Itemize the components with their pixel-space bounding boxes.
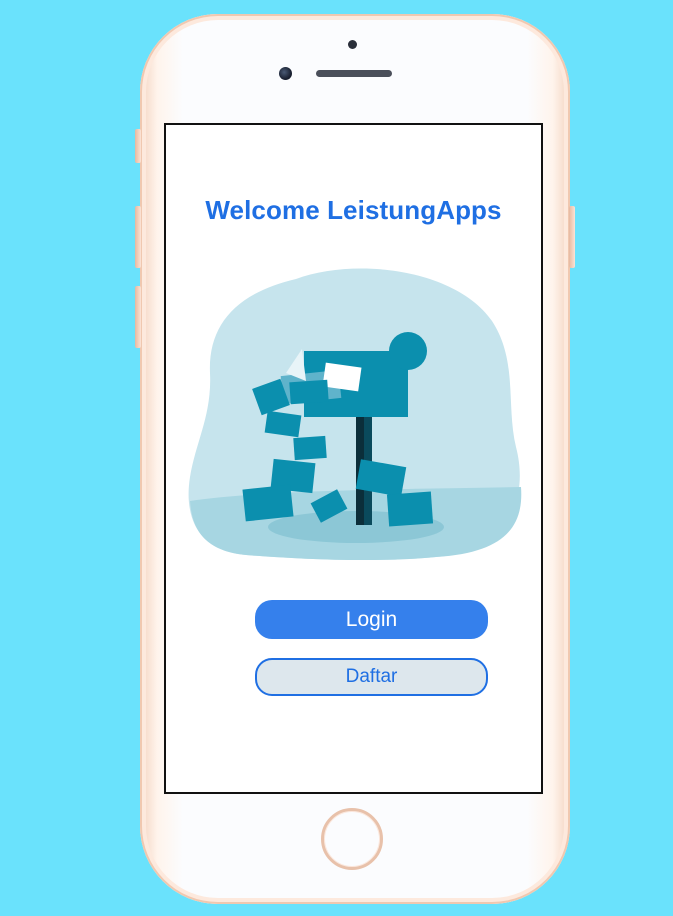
earpiece-speaker	[316, 70, 392, 77]
power-button	[569, 206, 575, 268]
stage: Welcome LeistungApps Login Daftar	[0, 0, 673, 916]
login-button[interactable]: Login	[255, 600, 488, 639]
home-button[interactable]	[321, 808, 383, 870]
register-button[interactable]: Daftar	[255, 658, 488, 696]
volume-down-button	[135, 286, 141, 348]
mailbox-flag-round	[389, 332, 427, 370]
mailbox-illustration-icon	[188, 268, 522, 561]
front-camera-icon	[279, 67, 292, 80]
side-button	[135, 129, 141, 163]
volume-up-button	[135, 206, 141, 268]
welcome-title: Welcome LeistungApps	[205, 195, 502, 225]
proximity-sensor	[348, 40, 357, 49]
phone-screen: Welcome LeistungApps Login Daftar	[164, 123, 543, 794]
